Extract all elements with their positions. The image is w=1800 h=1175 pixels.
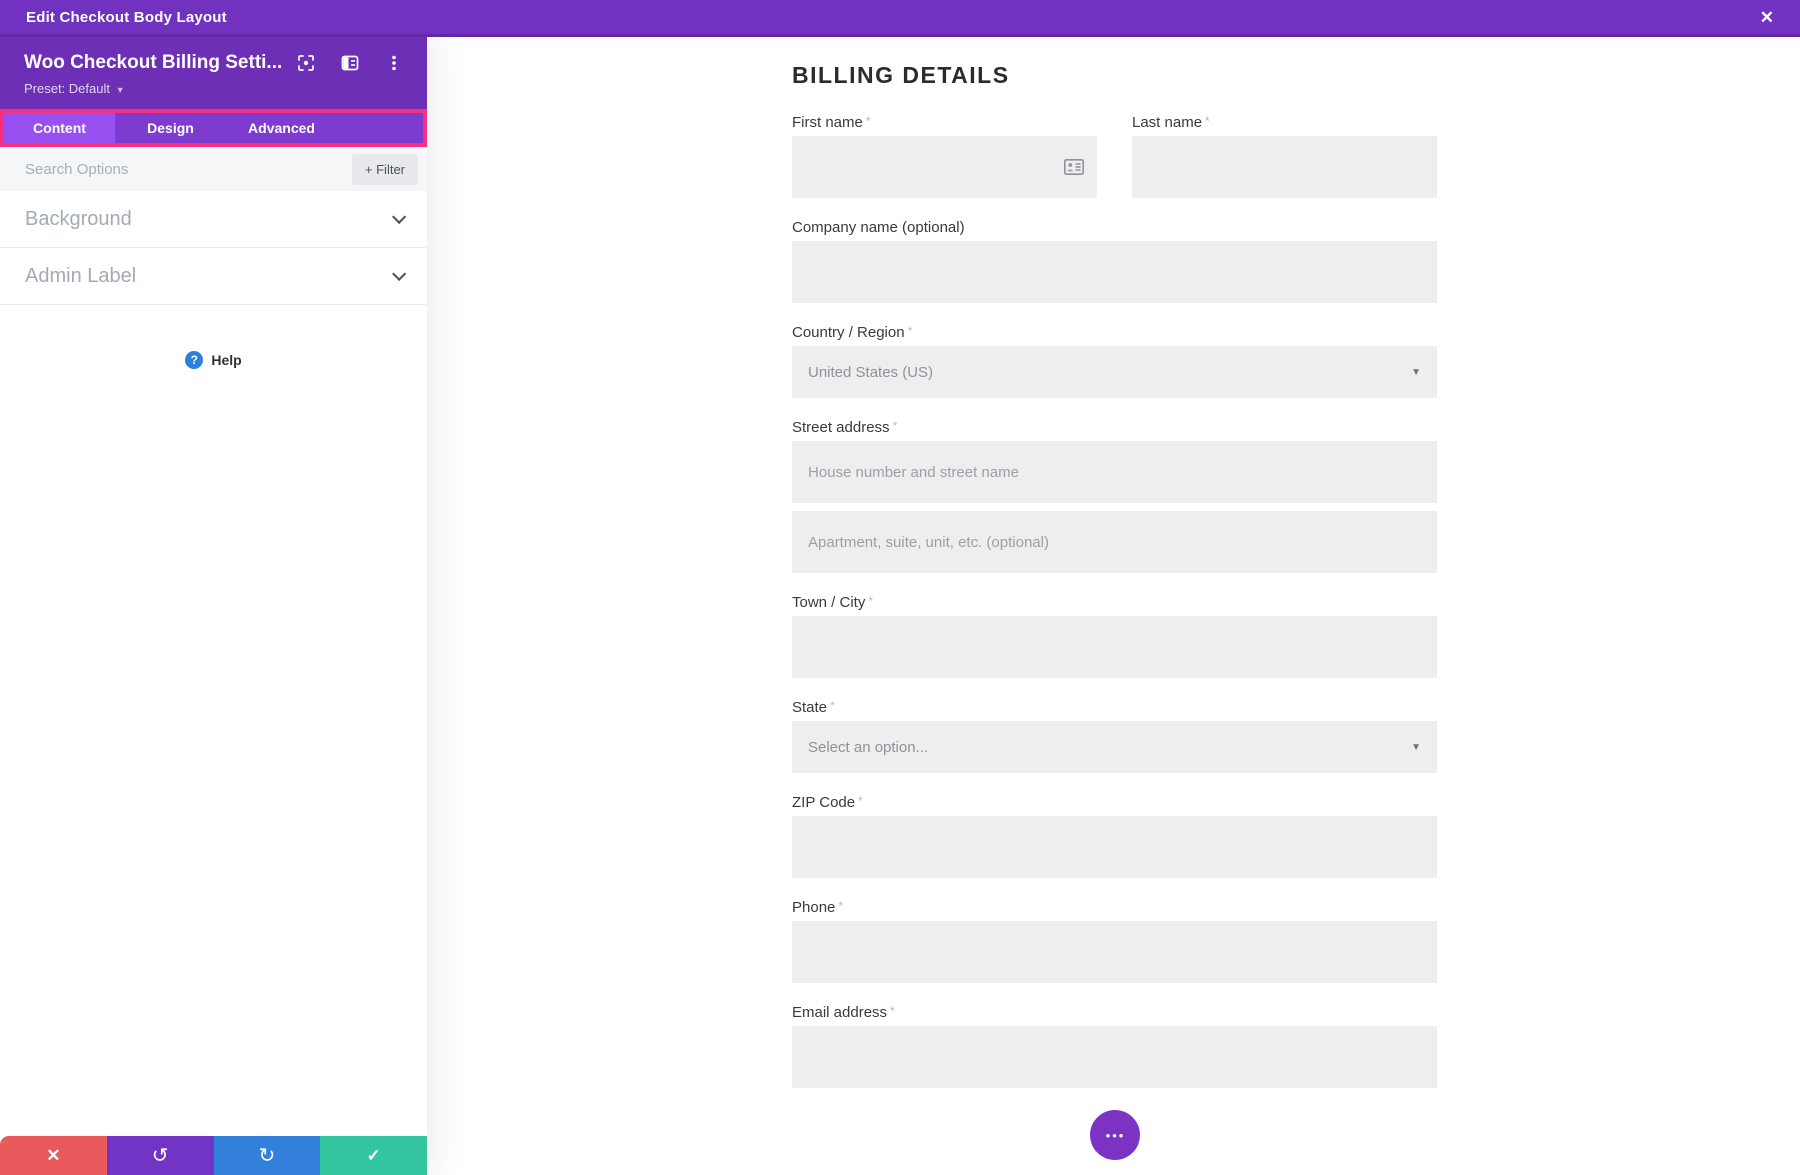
preset-label: Preset: Default — [24, 81, 110, 96]
module-title: Woo Checkout Billing Setti... — [24, 52, 283, 73]
search-options-bar: + Filter — [0, 147, 427, 191]
divi-builder-screen: Edit Checkout Body Layout ✕ Woo Checkout… — [0, 0, 1800, 1175]
required-marker: * — [838, 899, 844, 913]
discard-button[interactable]: ✕ — [0, 1136, 107, 1175]
email-label: Email address * — [792, 1004, 895, 1021]
select-arrow-icon: ▼ — [1411, 741, 1421, 753]
ellipsis-icon: ••• — [1105, 1127, 1126, 1143]
kebab-menu-icon[interactable] — [385, 54, 403, 72]
first-name-group: First name * — [792, 113, 1097, 198]
modal-top-bar: Edit Checkout Body Layout ✕ — [0, 0, 1800, 37]
accordion-admin-label[interactable]: Admin Label — [0, 248, 427, 305]
state-group: State * Select an option... ▼ — [792, 698, 1437, 773]
search-input[interactable] — [25, 160, 352, 178]
state-select-value: Select an option... — [808, 738, 929, 756]
panel-action-bar: ✕ ↺ ↻ ✓ — [0, 1136, 427, 1175]
company-group: Company name (optional) — [792, 218, 1437, 303]
phone-label: Phone * — [792, 899, 844, 916]
undo-icon: ↺ — [151, 1144, 169, 1167]
redo-button[interactable]: ↻ — [213, 1136, 321, 1175]
help-label: Help — [211, 352, 242, 368]
settings-panel: Woo Checkout Billing Setti... Preset: De… — [0, 37, 427, 1175]
phone-group: Phone * — [792, 898, 1437, 983]
state-select[interactable]: Select an option... ▼ — [792, 721, 1437, 773]
street-group: Street address * — [792, 418, 1437, 573]
filter-button[interactable]: + Filter — [351, 153, 418, 185]
email-group: Email address * — [792, 1003, 1437, 1088]
required-marker: * — [858, 794, 863, 808]
last-name-input[interactable] — [1132, 136, 1437, 198]
required-marker: * — [890, 1004, 895, 1018]
country-select[interactable]: United States (US) ▼ — [792, 346, 1437, 398]
tab-content[interactable]: Content — [4, 113, 115, 143]
required-marker: * — [892, 419, 898, 433]
first-name-label: First name * — [792, 114, 871, 131]
first-name-input[interactable] — [792, 136, 1097, 198]
module-settings-fab[interactable]: ••• — [1089, 1110, 1140, 1160]
save-icon: ✓ — [366, 1146, 381, 1165]
city-input[interactable] — [792, 616, 1437, 678]
chevron-down-icon — [392, 266, 407, 281]
last-name-label: Last name * — [1132, 114, 1210, 131]
accordion-background[interactable]: Background — [0, 191, 427, 248]
discard-icon: ✕ — [46, 1146, 61, 1165]
street-address-2-input[interactable] — [792, 511, 1437, 573]
city-label: Town / City * — [792, 594, 874, 611]
company-input[interactable] — [792, 241, 1437, 303]
required-marker: * — [907, 324, 913, 338]
accordion-background-label: Background — [25, 207, 132, 230]
panel-header-icons — [297, 54, 403, 72]
required-marker: * — [1205, 114, 1210, 128]
select-arrow-icon: ▼ — [1411, 366, 1421, 378]
street-label: Street address * — [792, 419, 898, 436]
settings-tabs-highlighted: Content Design Advanced — [0, 109, 427, 147]
save-button[interactable]: ✓ — [320, 1136, 427, 1175]
checkout-preview-canvas: BILLING DETAILS First name * Last name *… — [427, 37, 1800, 1175]
required-marker: * — [868, 594, 874, 608]
country-select-value: United States (US) — [808, 363, 934, 381]
expand-modal-icon[interactable] — [297, 54, 315, 72]
modal-title: Edit Checkout Body Layout — [26, 8, 227, 26]
accordion-admin-label-label: Admin Label — [25, 264, 137, 287]
close-icon[interactable]: ✕ — [1760, 9, 1774, 26]
required-marker: * — [830, 699, 835, 713]
country-label: Country / Region * — [792, 324, 913, 341]
billing-form: BILLING DETAILS First name * Last name *… — [792, 37, 1437, 1160]
tab-advanced[interactable]: Advanced — [226, 113, 337, 143]
split-view-icon[interactable] — [341, 54, 359, 72]
city-group: Town / City * — [792, 593, 1437, 678]
street-address-1-input[interactable] — [792, 441, 1437, 503]
state-label: State * — [792, 699, 835, 716]
chevron-down-icon — [392, 209, 407, 224]
preset-selector[interactable]: Preset: Default ▾ — [24, 81, 403, 96]
tab-design[interactable]: Design — [115, 113, 226, 143]
company-label: Company name (optional) — [792, 219, 965, 236]
help-question-icon: ? — [185, 351, 204, 369]
undo-button[interactable]: ↺ — [106, 1136, 214, 1175]
zip-input[interactable] — [792, 816, 1437, 878]
settings-panel-header: Woo Checkout Billing Setti... Preset: De… — [0, 37, 427, 109]
autofill-contact-icon[interactable] — [1064, 159, 1084, 180]
phone-input[interactable] — [792, 921, 1437, 983]
help-link[interactable]: ? Help — [0, 351, 427, 369]
redo-icon: ↻ — [258, 1144, 276, 1167]
last-name-group: Last name * — [1132, 113, 1437, 198]
country-group: Country / Region * United States (US) ▼ — [792, 323, 1437, 398]
caret-down-icon: ▾ — [117, 85, 123, 96]
billing-details-title: BILLING DETAILS — [792, 62, 1010, 88]
required-marker: * — [865, 114, 871, 128]
email-input[interactable] — [792, 1026, 1437, 1088]
zip-group: ZIP Code * — [792, 793, 1437, 878]
zip-label: ZIP Code * — [792, 794, 863, 811]
